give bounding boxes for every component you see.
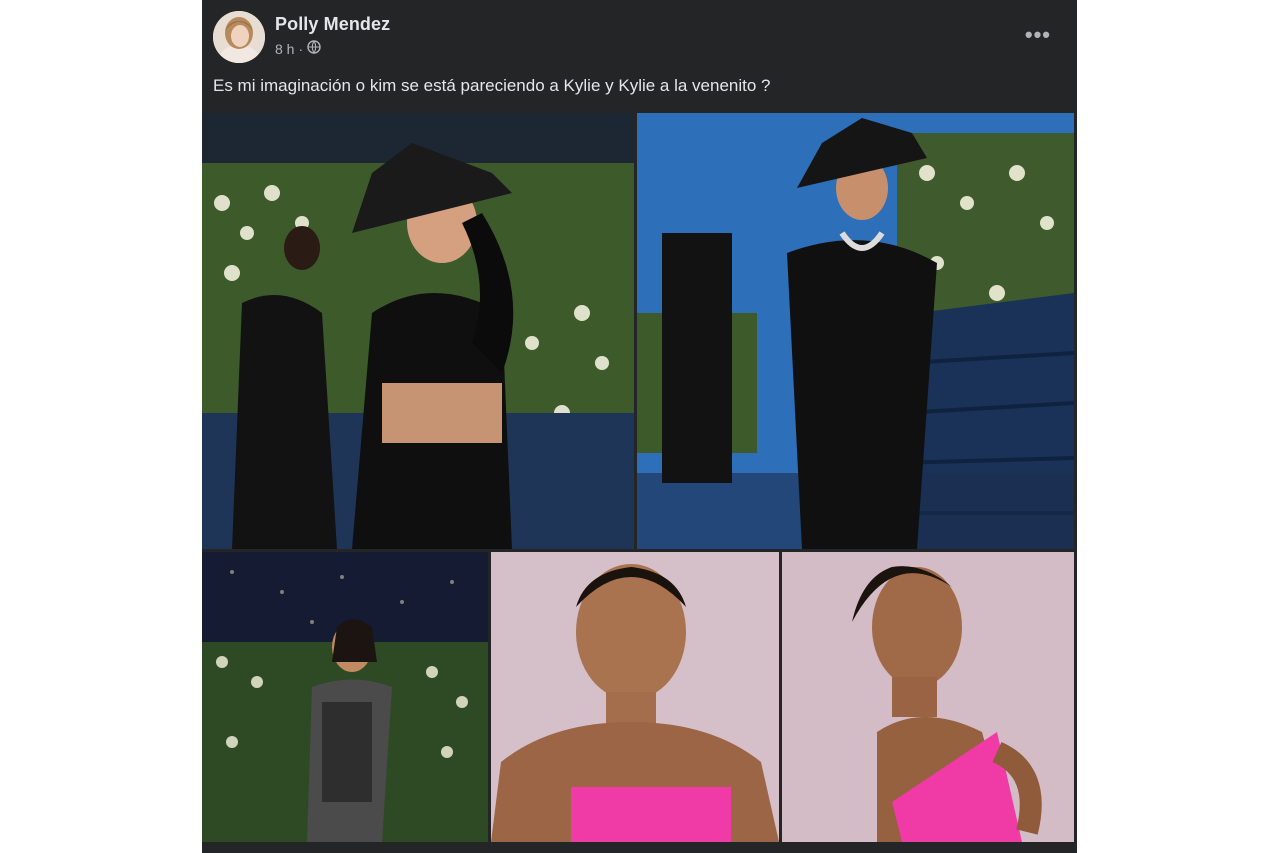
post-photo-1[interactable] xyxy=(202,113,634,549)
post-photo-3[interactable] xyxy=(202,552,488,842)
post-time[interactable]: 8 h xyxy=(275,41,294,57)
facebook-post: Polly Mendez 8 h · ••• Es mi imaginación… xyxy=(202,0,1077,853)
post-photo-5[interactable] xyxy=(782,552,1074,842)
photo-1-image xyxy=(202,113,634,549)
meta-separator: · xyxy=(298,40,304,57)
photo-2-image xyxy=(637,113,1074,549)
photo-5-image xyxy=(782,552,1074,842)
author-avatar[interactable] xyxy=(213,11,265,63)
author-name[interactable]: Polly Mendez xyxy=(275,14,390,35)
post-meta: 8 h · xyxy=(275,40,321,57)
more-options-icon[interactable]: ••• xyxy=(1025,22,1051,48)
globe-icon xyxy=(307,40,321,57)
post-photo-2[interactable] xyxy=(637,113,1074,549)
post-caption: Es mi imaginación o kim se está parecien… xyxy=(213,76,771,95)
photo-4-image xyxy=(491,552,779,842)
post-photo-4[interactable] xyxy=(491,552,779,842)
post-bottom-edge xyxy=(202,842,1077,853)
photo-3-image xyxy=(202,552,488,842)
